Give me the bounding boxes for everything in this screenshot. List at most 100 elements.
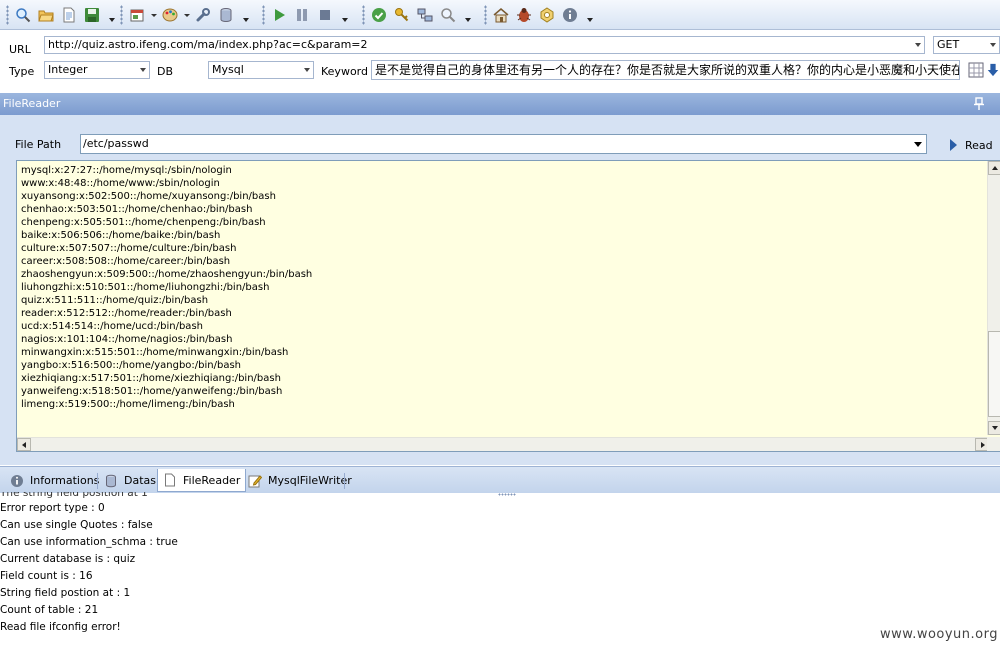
toolbar-overflow-button[interactable] bbox=[463, 5, 473, 25]
app-window: URL http://quiz.astro.ifeng.com/ma/index… bbox=[0, 0, 1000, 645]
tab-divider bbox=[344, 473, 345, 489]
file-line: reader:x:512:512::/home/reader:/bin/bash bbox=[21, 308, 232, 319]
settings-icon[interactable] bbox=[537, 5, 557, 25]
toolbar-grip[interactable] bbox=[484, 5, 487, 25]
key-icon[interactable] bbox=[392, 5, 412, 25]
info-icon[interactable] bbox=[560, 5, 580, 25]
tab-informations[interactable]: Informations bbox=[5, 469, 104, 492]
file-line: baike:x:506:506::/home/baike:/bin/bash bbox=[21, 230, 221, 241]
bug-icon[interactable] bbox=[514, 5, 534, 25]
tab-filereader[interactable]: FileReader bbox=[157, 469, 247, 492]
chevron-down-icon[interactable] bbox=[140, 68, 146, 72]
watermark: www.wooyun.org bbox=[879, 627, 998, 642]
tab-label: FileReader bbox=[183, 473, 241, 487]
window-dropdown-button[interactable] bbox=[150, 5, 157, 25]
toolbar-group-run bbox=[262, 3, 350, 27]
search-icon[interactable] bbox=[13, 5, 33, 25]
chevron-down-icon[interactable] bbox=[990, 43, 996, 47]
pin-icon[interactable] bbox=[974, 97, 984, 110]
window-icon[interactable] bbox=[127, 5, 147, 25]
toolbar-grip[interactable] bbox=[6, 5, 9, 25]
file-line: ucd:x:514:514::/home/ucd:/bin/bash bbox=[21, 321, 203, 332]
palette-dropdown-button[interactable] bbox=[183, 5, 190, 25]
file-line: minwangxin:x:515:501::/home/minwangxin:/… bbox=[21, 347, 289, 358]
file-line: career:x:508:508::/home/career:/bin/bash bbox=[21, 256, 231, 267]
file-line: chenhao:x:503:501::/home/chenhao:/bin/ba… bbox=[21, 204, 253, 215]
edit-icon bbox=[248, 474, 262, 487]
file-line: xuyansong:x:502:500::/home/xuyansong:/bi… bbox=[21, 191, 276, 202]
read-button-label: Read bbox=[965, 138, 993, 152]
type-select[interactable]: Integer bbox=[44, 61, 150, 79]
document-icon bbox=[165, 473, 175, 487]
toolbar-grip[interactable] bbox=[120, 5, 123, 25]
file-line: yanweifeng:x:518:501::/home/yanweifeng:/… bbox=[21, 386, 283, 397]
vertical-scrollbar[interactable] bbox=[987, 161, 1000, 435]
toolbar-group-misc bbox=[484, 3, 595, 27]
wrench-icon[interactable] bbox=[193, 5, 213, 25]
save-icon[interactable] bbox=[82, 5, 102, 25]
scroll-up-button[interactable] bbox=[988, 161, 1000, 175]
palette-icon[interactable] bbox=[160, 5, 180, 25]
file-line: quiz:x:511:511::/home/quiz:/bin/bash bbox=[21, 295, 209, 306]
chevron-down-icon[interactable] bbox=[914, 142, 922, 147]
pause-icon[interactable] bbox=[292, 5, 312, 25]
main-toolbar bbox=[0, 0, 1000, 30]
toolbar-grip[interactable] bbox=[362, 5, 365, 25]
toolbar-group-view bbox=[120, 3, 251, 27]
keyword-label: Keyword bbox=[321, 65, 368, 78]
download-icon[interactable] bbox=[986, 60, 1000, 80]
db-value: Mysql bbox=[212, 63, 244, 76]
document-icon[interactable] bbox=[59, 5, 79, 25]
home-icon[interactable] bbox=[491, 5, 511, 25]
toolbar-overflow-button[interactable] bbox=[107, 5, 117, 25]
play-icon bbox=[950, 139, 957, 151]
splitter[interactable] bbox=[0, 492, 1000, 497]
tab-mysqlfilewriter[interactable]: MysqlFileWriter bbox=[243, 469, 357, 492]
toolbar-overflow-button[interactable] bbox=[340, 5, 350, 25]
method-value: GET bbox=[937, 38, 960, 51]
stop-icon[interactable] bbox=[315, 5, 335, 25]
file-path-input[interactable]: /etc/passwd bbox=[80, 134, 927, 154]
file-content-area[interactable]: mysql:x:27:27::/home/mysql:/sbin/nologin… bbox=[16, 160, 1000, 452]
scroll-thumb[interactable] bbox=[988, 331, 1000, 417]
scroll-left-button[interactable] bbox=[17, 438, 31, 451]
tab-label: Datas bbox=[124, 474, 156, 487]
toolbar-overflow-button[interactable] bbox=[585, 5, 595, 25]
method-select[interactable]: GET bbox=[933, 36, 1000, 54]
toolbar-grip[interactable] bbox=[262, 5, 265, 25]
scroll-down-button[interactable] bbox=[988, 421, 1000, 435]
tab-divider bbox=[97, 473, 98, 489]
toolbar-group-tools bbox=[362, 3, 473, 27]
file-line: mysql:x:27:27::/home/mysql:/sbin/nologin bbox=[21, 165, 232, 176]
log-line: Current database is : quiz bbox=[0, 553, 136, 565]
network-icon[interactable] bbox=[415, 5, 435, 25]
file-content-text: mysql:x:27:27::/home/mysql:/sbin/nologin… bbox=[21, 164, 312, 411]
log-line: String field postion at : 1 bbox=[0, 587, 131, 599]
tab-datas[interactable]: Datas bbox=[99, 469, 161, 492]
file-line: chenpeng:x:505:501::/home/chenpeng:/bin/… bbox=[21, 217, 266, 228]
play-icon[interactable] bbox=[269, 5, 289, 25]
read-button[interactable]: Read bbox=[950, 136, 1000, 154]
log-line: Field count is : 16 bbox=[0, 570, 93, 582]
url-input[interactable]: http://quiz.astro.ifeng.com/ma/index.php… bbox=[44, 36, 925, 54]
file-line: limeng:x:519:500::/home/limeng:/bin/bash bbox=[21, 399, 235, 410]
chevron-down-icon[interactable] bbox=[915, 43, 921, 47]
log-line: Read file ifconfig error! bbox=[0, 621, 121, 633]
check-icon[interactable] bbox=[369, 5, 389, 25]
grid-icon[interactable] bbox=[966, 60, 986, 80]
arrow-right-icon bbox=[981, 442, 985, 448]
database-icon[interactable] bbox=[216, 5, 236, 25]
chevron-down-icon[interactable] bbox=[304, 68, 310, 72]
keyword-input[interactable]: 是不是觉得自己的身体里还有另一个人的存在？你是否就是大家所说的双重人格？你的内心… bbox=[371, 60, 960, 80]
database-icon bbox=[106, 474, 116, 487]
file-line: nagios:x:101:104::/home/nagios:/bin/bash bbox=[21, 334, 233, 345]
arrow-down-icon bbox=[992, 426, 998, 430]
db-select[interactable]: Mysql bbox=[208, 61, 314, 79]
file-line: zhaoshengyun:x:509:500::/home/zhaoshengy… bbox=[21, 269, 313, 280]
toolbar-overflow-button[interactable] bbox=[241, 5, 251, 25]
folder-open-icon[interactable] bbox=[36, 5, 56, 25]
file-line: liuhongzhi:x:510:501::/home/liuhongzhi:/… bbox=[21, 282, 270, 293]
magnifier-icon[interactable] bbox=[438, 5, 458, 25]
horizontal-scrollbar[interactable] bbox=[17, 437, 989, 451]
splitter-grip[interactable] bbox=[498, 493, 516, 496]
